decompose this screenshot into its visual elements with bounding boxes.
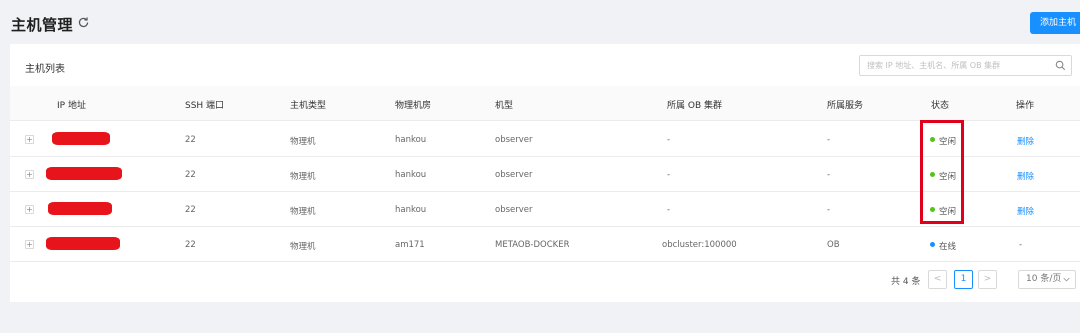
redacted-ip-address bbox=[52, 132, 110, 145]
delete-link[interactable]: 删除 bbox=[1017, 170, 1034, 182]
column-header-ssh-port: SSH 端口 bbox=[185, 101, 225, 111]
search-input[interactable] bbox=[860, 56, 1050, 75]
page-size-select[interactable]: 10 条/页 bbox=[1018, 270, 1076, 289]
expand-icon[interactable]: + bbox=[25, 135, 34, 144]
cell-ssh-port: 22 bbox=[185, 135, 196, 145]
cell-idc: hankou bbox=[395, 135, 427, 145]
expand-icon[interactable]: + bbox=[25, 205, 34, 214]
cell-model: METAOB-DOCKER bbox=[495, 240, 570, 250]
redacted-ip-address bbox=[48, 202, 112, 215]
cell-model: observer bbox=[495, 135, 533, 145]
column-header-status: 状态 bbox=[931, 101, 950, 111]
cell-ob-cluster: - bbox=[667, 170, 671, 180]
cell-ssh-port: 22 bbox=[185, 205, 196, 215]
delete-link[interactable]: 删除 bbox=[1017, 135, 1034, 147]
pagination-page-1[interactable]: 1 bbox=[954, 270, 973, 289]
cell-service: OB bbox=[827, 240, 840, 250]
cell-idc: hankou bbox=[395, 205, 427, 215]
page-header: 主机管理 添加主机 bbox=[0, 0, 1080, 44]
cell-ob-cluster: obcluster:100000 bbox=[662, 240, 737, 250]
cell-ob-cluster: - bbox=[667, 205, 671, 215]
column-header-service: 所属服务 bbox=[827, 101, 864, 111]
column-header-action: 操作 bbox=[1016, 101, 1035, 111]
delete-link[interactable]: 删除 bbox=[1017, 205, 1034, 217]
search-icon[interactable] bbox=[1055, 60, 1066, 71]
cell-service: - bbox=[827, 170, 831, 180]
cell-ob-cluster: - bbox=[667, 135, 671, 145]
column-header-host-type: 主机类型 bbox=[290, 101, 327, 111]
status-badge: 在线 bbox=[939, 242, 957, 252]
pagination-prev-button[interactable]: < bbox=[928, 270, 947, 289]
cell-service: - bbox=[827, 205, 831, 215]
chevron-down-icon bbox=[1063, 277, 1070, 282]
refresh-icon[interactable] bbox=[77, 16, 90, 29]
cell-ssh-port: 22 bbox=[185, 240, 196, 250]
cell-ssh-port: 22 bbox=[185, 170, 196, 180]
pagination-total: 共 4 条 bbox=[891, 277, 921, 287]
cell-host-type: 物理机 bbox=[290, 172, 316, 182]
expand-icon[interactable]: + bbox=[25, 240, 34, 249]
cell-idc: am171 bbox=[395, 240, 425, 250]
search-box bbox=[859, 55, 1072, 76]
column-header-ip: IP 地址 bbox=[57, 101, 86, 111]
column-header-ob-cluster: 所属 OB 集群 bbox=[667, 101, 722, 111]
table-row: + 22 物理机 am171 METAOB-DOCKER obcluster:1… bbox=[10, 227, 1080, 262]
expand-icon[interactable]: + bbox=[25, 170, 34, 179]
card-title: 主机列表 bbox=[25, 64, 65, 75]
status-dot bbox=[930, 242, 935, 247]
page-title: 主机管理 bbox=[11, 16, 74, 34]
cell-service: - bbox=[827, 135, 831, 145]
column-header-idc: 物理机房 bbox=[395, 101, 432, 111]
column-header-model: 机型 bbox=[495, 101, 514, 111]
add-host-button[interactable]: 添加主机 bbox=[1030, 12, 1080, 34]
cell-model: observer bbox=[495, 170, 533, 180]
cell-action: - bbox=[1019, 240, 1023, 250]
page-size-label: 10 条/页 bbox=[1026, 274, 1062, 284]
status-highlight-box bbox=[920, 120, 964, 224]
table-header: IP 地址 SSH 端口 主机类型 物理机房 机型 所属 OB 集群 所属服务 … bbox=[10, 86, 1080, 121]
redacted-ip-address bbox=[46, 237, 120, 250]
cell-idc: hankou bbox=[395, 170, 427, 180]
cell-host-type: 物理机 bbox=[290, 242, 316, 252]
pagination-next-button[interactable]: > bbox=[978, 270, 997, 289]
cell-host-type: 物理机 bbox=[290, 207, 316, 217]
redacted-ip-address bbox=[46, 167, 122, 180]
cell-host-type: 物理机 bbox=[290, 137, 316, 147]
cell-model: observer bbox=[495, 205, 533, 215]
